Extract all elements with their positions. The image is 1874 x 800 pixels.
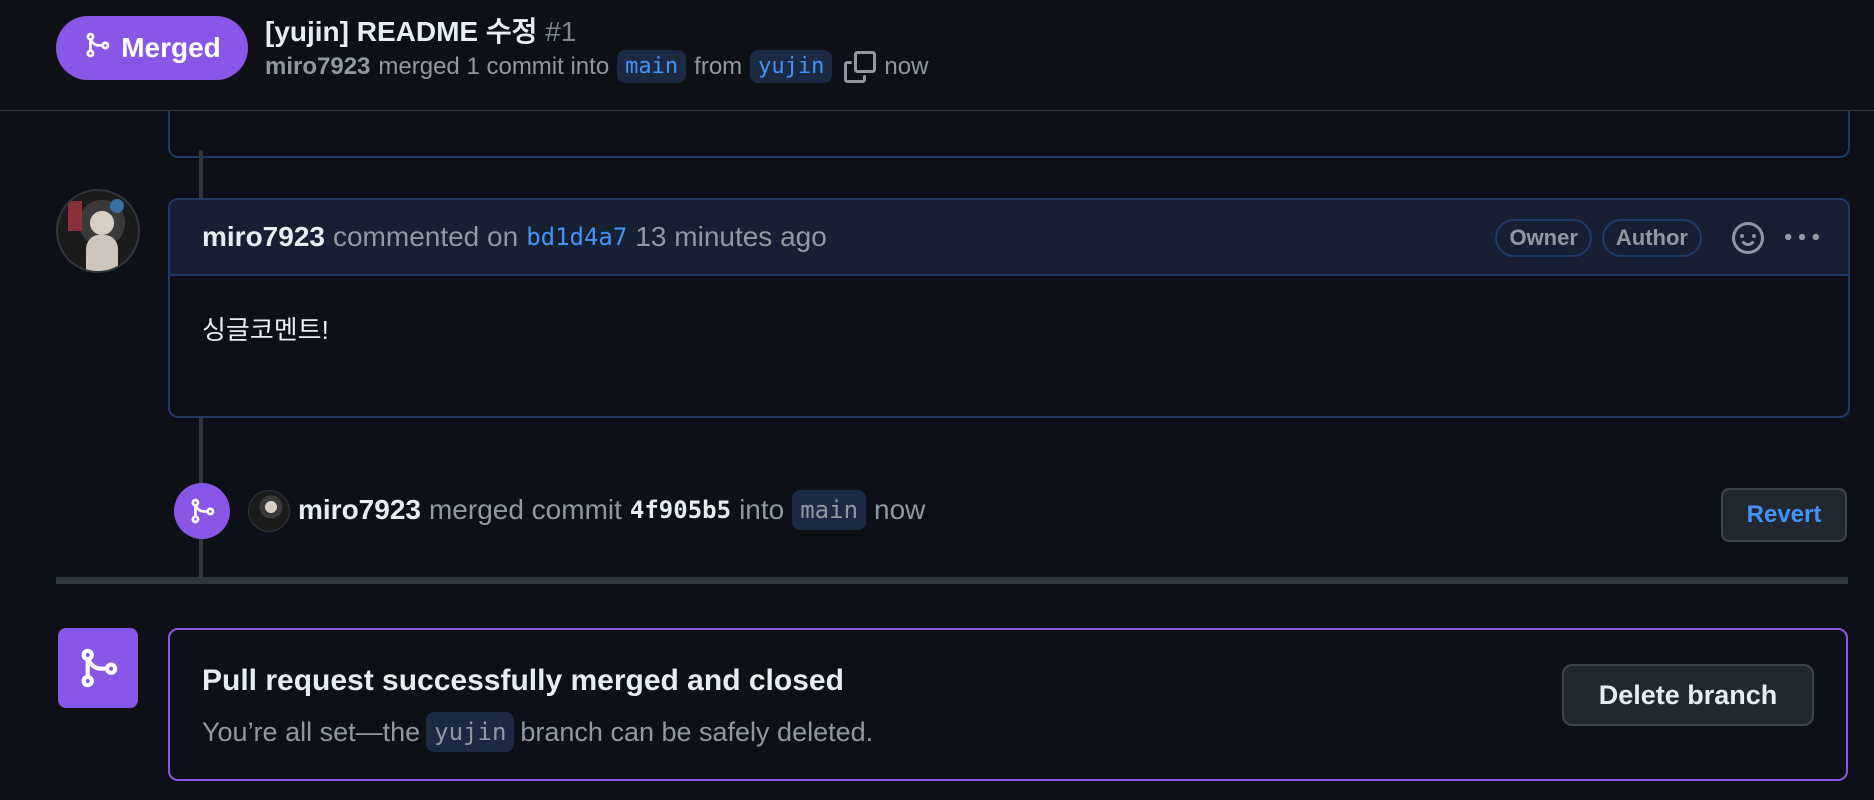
timeline-divider — [56, 577, 1848, 584]
comment-labels: Owner Author — [1495, 216, 1824, 260]
pr-meta-from: from — [694, 52, 743, 80]
git-merge-icon — [58, 628, 138, 708]
merge-target-branch[interactable]: main — [792, 490, 867, 530]
pr-meta-user[interactable]: miro7923 — [265, 53, 370, 81]
merge-event-action: merged commit — [428, 494, 622, 525]
pr-meta: miro7923 merged 1 commit into main from … — [265, 50, 928, 83]
merge-event-text: miro7923 merged commit 4f905b5 into main… — [298, 490, 925, 530]
event-avatar[interactable] — [248, 490, 290, 532]
comment-time[interactable]: 13 minutes ago — [635, 221, 826, 253]
merged-description: You’re all set—the yujin branch can be s… — [202, 712, 873, 752]
kebab-icon[interactable] — [1780, 216, 1824, 260]
delete-branch-button[interactable]: Delete branch — [1562, 664, 1814, 726]
merged-state-badge: Merged — [56, 16, 248, 80]
pr-header: Merged [yujin] README 수정 #1 miro7923 mer… — [0, 0, 1874, 111]
merged-desc-before: You’re all set—the — [202, 716, 421, 747]
comment-author[interactable]: miro7923 — [202, 221, 325, 253]
pr-title: [yujin] README 수정 #1 — [265, 10, 576, 50]
merged-desc-after: branch can be safely deleted. — [520, 716, 874, 747]
comment-header: miro7923 commented on bd1d4a7 13 minutes… — [170, 200, 1848, 276]
pr-title-text: [yujin] README 수정 — [265, 16, 538, 47]
merged-title: Pull request successfully merged and clo… — [202, 664, 844, 697]
comment-body: 싱글코멘트! — [202, 315, 329, 345]
comment-action: commented on — [332, 221, 519, 252]
merge-event-time: now — [874, 494, 926, 525]
author-label: Author — [1601, 219, 1702, 257]
merge-event-user[interactable]: miro7923 — [298, 494, 421, 526]
owner-label: Owner — [1495, 219, 1592, 257]
git-merge-icon — [83, 31, 111, 66]
commit-sha-link[interactable]: bd1d4a7 — [526, 223, 627, 251]
avatar[interactable] — [56, 189, 140, 273]
git-merge-icon — [174, 483, 230, 539]
pr-number: #1 — [545, 16, 577, 47]
pr-meta-action: merged 1 commit into — [378, 52, 610, 80]
merge-commit-link[interactable]: 4f905b5 — [630, 496, 731, 524]
pr-meta-time: now — [884, 52, 929, 80]
merge-event-into: into — [739, 494, 785, 525]
comment-box: miro7923 commented on bd1d4a7 13 minutes… — [168, 198, 1850, 418]
deletable-branch: yujin — [426, 712, 515, 752]
state-label: Merged — [121, 32, 221, 63]
copy-icon[interactable] — [844, 50, 877, 83]
smiley-icon[interactable] — [1726, 216, 1770, 260]
merged-status-box: Pull request successfully merged and clo… — [168, 628, 1848, 781]
head-branch[interactable]: yujin — [750, 50, 833, 83]
base-branch[interactable]: main — [617, 50, 687, 83]
revert-button[interactable]: Revert — [1721, 488, 1847, 542]
